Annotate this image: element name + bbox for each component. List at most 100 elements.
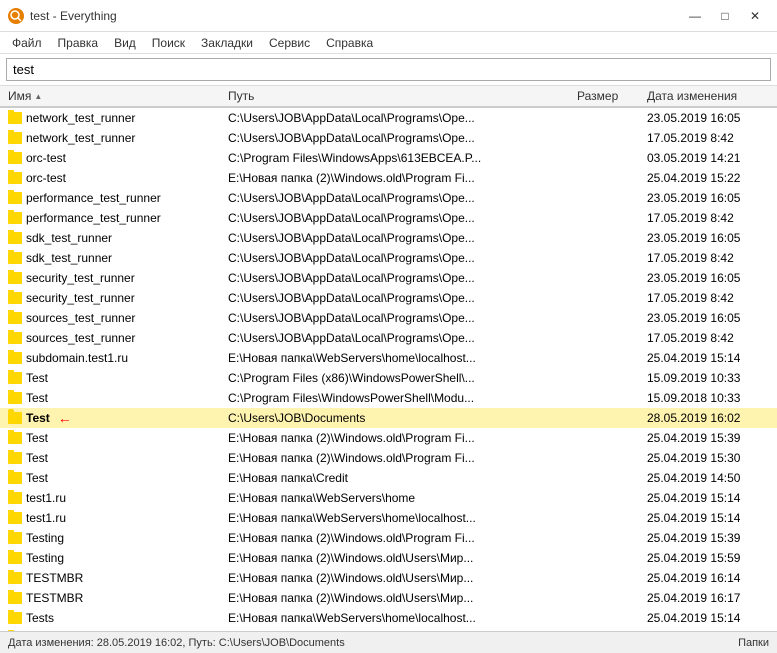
col-header-size[interactable]: Размер: [573, 87, 643, 105]
file-path-cell: E:\Новая папка (2)\Windows.old\Program F…: [224, 530, 573, 546]
table-row[interactable]: sdk_test_runner C:\Users\JOB\AppData\Loca…: [0, 248, 777, 268]
folder-icon: [8, 392, 22, 404]
folder-icon: [8, 592, 22, 604]
file-date-cell: 25.04.2019 15:30: [643, 450, 773, 466]
file-date-cell: 23.05.2019 16:05: [643, 270, 773, 286]
search-bar: [0, 54, 777, 86]
file-name: security_test_runner: [26, 291, 135, 305]
file-path-cell: C:\Users\JOB\AppData\Local\Programs\Ope.…: [224, 210, 573, 226]
file-name: network_test_runner: [26, 111, 135, 125]
file-name: sources_test_runner: [26, 331, 135, 345]
file-name-cell: test1.ru: [4, 490, 224, 506]
file-name-cell: Tests: [4, 610, 224, 626]
menu-bookmarks[interactable]: Закладки: [193, 34, 261, 52]
table-row[interactable]: TestE:\Новая папка (2)\Windows.old\Progr…: [0, 448, 777, 468]
file-name-cell: sources_test_runner: [4, 310, 224, 326]
file-date-cell: 17.05.2019 8:42: [643, 330, 773, 346]
file-size-cell: [573, 197, 643, 199]
file-list[interactable]: network_test_runner C:\Users\JOB\AppData\…: [0, 108, 777, 631]
file-date-cell: 25.04.2019 15:14: [643, 350, 773, 366]
file-name: sdk_test_runner: [26, 251, 112, 265]
col-header-name[interactable]: Имя ▲: [4, 87, 224, 105]
table-row[interactable]: TestingE:\Новая папка (2)\Windows.old\Us…: [0, 548, 777, 568]
table-row[interactable]: Test←C:\Users\JOB\Documents28.05.2019 16…: [0, 408, 777, 428]
folder-icon: [8, 452, 22, 464]
main-content: Имя ▲ Путь Размер Дата изменения network…: [0, 86, 777, 631]
menu-search[interactable]: Поиск: [144, 34, 193, 52]
table-row[interactable]: network_test_runnerC:\Users\JOB\AppData\…: [0, 108, 777, 128]
table-row[interactable]: performance_test_runnerC:\Users\JOB\AppD…: [0, 208, 777, 228]
table-row[interactable]: TestE:\Новая папка (2)\Windows.old\Progr…: [0, 428, 777, 448]
search-input[interactable]: [6, 58, 771, 81]
table-row[interactable]: security_test_runner C:\Users\JOB\AppData…: [0, 288, 777, 308]
file-date-cell: 23.05.2019 16:05: [643, 110, 773, 126]
menu-bar: Файл Правка Вид Поиск Закладки Сервис Сп…: [0, 32, 777, 54]
file-path-cell: C:\Users\JOB\AppData\Local\Programs\Ope.…: [224, 250, 573, 266]
file-path-cell: E:\Новая папка (2)\Windows.old\Users\Мир…: [224, 590, 573, 606]
col-header-date[interactable]: Дата изменения: [643, 87, 773, 105]
table-row[interactable]: TESTMBRE:\Новая папка (2)\Windows.old\Us…: [0, 568, 777, 588]
file-path-cell: C:\Users\JOB\Documents: [224, 410, 573, 426]
table-row[interactable]: test1.ruE:\Новая папка\WebServers\home\l…: [0, 508, 777, 528]
file-path-cell: C:\Users\JOB\AppData\Local\Programs\Ope.…: [224, 230, 573, 246]
table-row[interactable]: subdomain.test1.ruE:\Новая папка\WebServ…: [0, 348, 777, 368]
table-row[interactable]: performance_test_runnerC:\Users\JOB\AppD…: [0, 188, 777, 208]
file-name: Test: [26, 451, 48, 465]
file-path-cell: C:\Users\JOB\AppData\Local\Programs\Ope.…: [224, 330, 573, 346]
table-row[interactable]: security_test_runnerC:\Users\JOB\AppData…: [0, 268, 777, 288]
menu-view[interactable]: Вид: [106, 34, 144, 52]
file-name-cell: security_test_runner: [4, 290, 224, 306]
file-name-cell: TESTMBR: [4, 590, 224, 606]
file-size-cell: [573, 157, 643, 159]
file-name-cell: network_test_runner: [4, 130, 224, 146]
table-row[interactable]: TestC:\Program Files\WindowsPowerShell\M…: [0, 388, 777, 408]
file-date-cell: 25.04.2019 15:39: [643, 430, 773, 446]
window-title: test - Everything: [30, 9, 681, 23]
minimize-button[interactable]: —: [681, 5, 709, 27]
table-row[interactable]: test1.ruE:\Новая папка\WebServers\home25…: [0, 488, 777, 508]
folder-icon: [8, 112, 22, 124]
maximize-button[interactable]: □: [711, 5, 739, 27]
table-row[interactable]: orc-testC:\Program Files\WindowsApps\613…: [0, 148, 777, 168]
file-name-cell: Test: [4, 450, 224, 466]
menu-tools[interactable]: Сервис: [261, 34, 318, 52]
folder-icon: [8, 132, 22, 144]
table-row[interactable]: sources_test_runnerC:\Users\JOB\AppData\…: [0, 308, 777, 328]
table-row[interactable]: network_test_runnerC:\Users\JOB\AppData\…: [0, 128, 777, 148]
file-name-cell: Test: [4, 370, 224, 386]
file-size-cell: [573, 357, 643, 359]
table-row[interactable]: TestingE:\Новая папка (2)\Windows.old\Pr…: [0, 528, 777, 548]
table-row[interactable]: sources_test_runner C:\Users\JOB\AppData\…: [0, 328, 777, 348]
file-date-cell: 25.04.2019 14:50: [643, 470, 773, 486]
file-name-cell: Test: [4, 390, 224, 406]
file-name: Test: [26, 391, 48, 405]
file-size-cell: [573, 377, 643, 379]
file-path-cell: C:\Program Files (x86)\WindowsPowerShell…: [224, 370, 573, 386]
table-row[interactable]: TestsE:\Новая папка\WebServers\home\loca…: [0, 608, 777, 628]
file-path-cell: E:\Новая папка\WebServers\home\localhost…: [224, 510, 573, 526]
table-row[interactable]: sdk_test_runnerC:\Users\JOB\AppData\Loca…: [0, 228, 777, 248]
file-path-cell: C:\Users\JOB\AppData\Local\Programs\Ope.…: [224, 290, 573, 306]
table-row[interactable]: TestE:\Новая папка\Credit25.04.2019 14:5…: [0, 468, 777, 488]
file-date-cell: 17.05.2019 8:42: [643, 130, 773, 146]
file-size-cell: [573, 517, 643, 519]
file-size-cell: [573, 577, 643, 579]
status-right: Папки: [738, 637, 769, 649]
file-date-cell: 25.04.2019 15:14: [643, 610, 773, 626]
table-row[interactable]: TESTMBRE:\Новая папка (2)\Windows.old\Us…: [0, 588, 777, 608]
table-row[interactable]: Test C:\Program Files (x86)\WindowsPowerS…: [0, 368, 777, 388]
file-name-cell: orc-test: [4, 170, 224, 186]
folder-icon: [8, 152, 22, 164]
file-name-cell: security_test_runner: [4, 270, 224, 286]
menu-file[interactable]: Файл: [4, 34, 50, 52]
file-name: Test: [26, 371, 48, 385]
file-name-cell: Testing: [4, 550, 224, 566]
file-date-cell: 25.04.2019 15:14: [643, 510, 773, 526]
menu-help[interactable]: Справка: [318, 34, 381, 52]
menu-edit[interactable]: Правка: [50, 34, 107, 52]
file-name: TESTMBR: [26, 571, 83, 585]
table-row[interactable]: orc-testE:\Новая папка (2)\Windows.old\P…: [0, 168, 777, 188]
file-date-cell: 03.05.2019 14:21: [643, 150, 773, 166]
col-header-path[interactable]: Путь: [224, 87, 573, 105]
close-button[interactable]: ✕: [741, 5, 769, 27]
